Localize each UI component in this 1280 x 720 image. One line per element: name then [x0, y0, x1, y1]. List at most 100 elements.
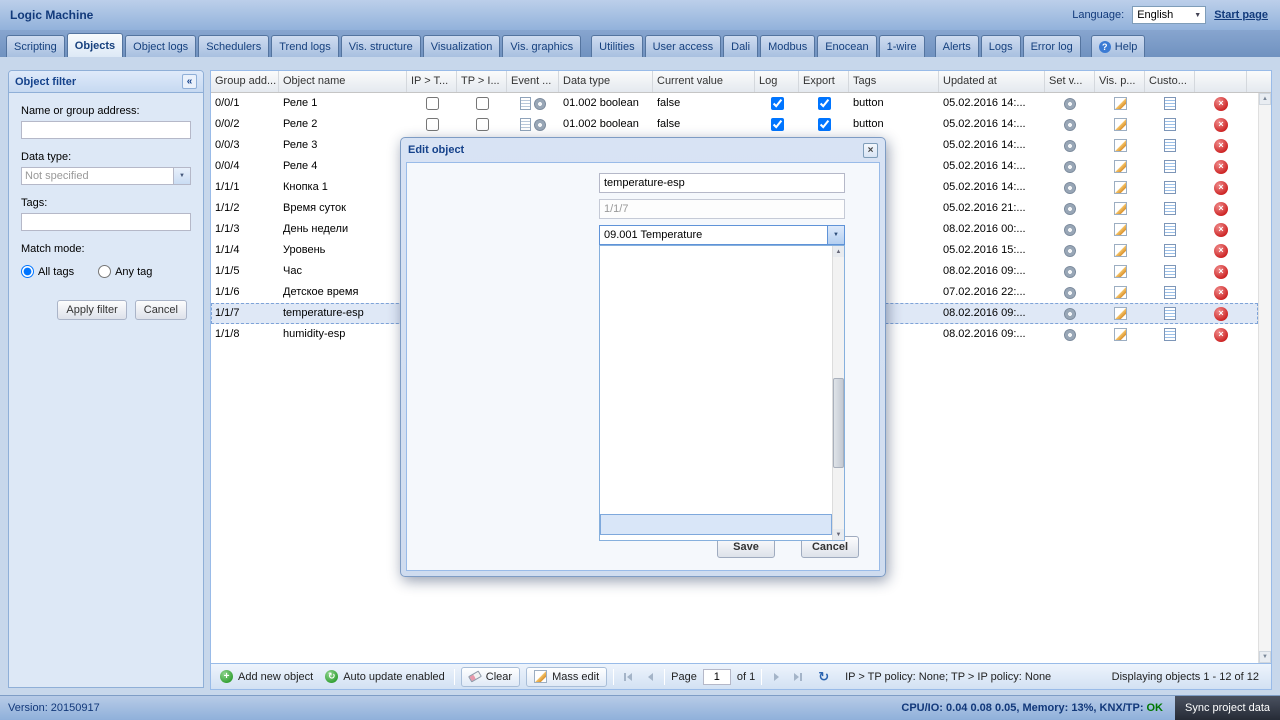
set-value-icon[interactable]	[1064, 223, 1076, 236]
collapse-panel-icon[interactable]: «	[182, 74, 197, 89]
vis-params-icon[interactable]	[1113, 118, 1127, 131]
delete-icon[interactable]: ×	[1214, 138, 1228, 153]
tp-ip-checkbox[interactable]	[475, 97, 489, 110]
column-header-set-value[interactable]: Set v...	[1045, 71, 1095, 92]
custom-values-icon[interactable]	[1164, 244, 1176, 257]
delete-icon[interactable]: ×	[1214, 96, 1228, 111]
start-page-link[interactable]: Start page	[1214, 9, 1268, 21]
column-header-group-address[interactable]: Group add...	[211, 71, 279, 92]
language-select[interactable]: English ▼	[1132, 6, 1207, 24]
delete-icon[interactable]: ×	[1214, 180, 1228, 195]
set-value-icon[interactable]	[1064, 286, 1076, 299]
column-header-custom[interactable]: Custo...	[1145, 71, 1195, 92]
tab[interactable]: Logs	[980, 35, 1021, 57]
dropdown-option[interactable]	[600, 325, 832, 346]
auto-update-button[interactable]: ↻ Auto update enabled	[322, 668, 448, 685]
delete-icon[interactable]: ×	[1214, 306, 1228, 321]
dropdown-scrollbar[interactable]: ▲ ▼	[832, 246, 844, 540]
vis-params-icon[interactable]	[1113, 328, 1127, 341]
set-value-icon[interactable]	[1064, 202, 1076, 215]
next-page-button[interactable]	[768, 669, 784, 685]
custom-values-icon[interactable]	[1164, 328, 1176, 341]
vis-params-icon[interactable]	[1113, 181, 1127, 194]
close-icon[interactable]: ×	[863, 142, 878, 158]
ip-tp-checkbox[interactable]	[425, 118, 439, 131]
event-gear-icon[interactable]	[534, 97, 546, 110]
table-row[interactable]: 0/0/2 Реле 2 01.002 boolean false button…	[211, 114, 1258, 135]
mass-edit-button[interactable]: Mass edit	[526, 666, 608, 687]
set-value-icon[interactable]	[1064, 160, 1076, 173]
data-type-select[interactable]: 09.001 Temperature ▼	[599, 225, 845, 245]
custom-values-icon[interactable]	[1164, 307, 1176, 320]
dropdown-option[interactable]	[600, 430, 832, 451]
set-value-icon[interactable]	[1064, 265, 1076, 278]
log-checkbox[interactable]	[770, 118, 784, 131]
tab[interactable]: Visualization	[422, 35, 501, 57]
dropdown-option[interactable]	[600, 283, 832, 304]
apply-filter-button[interactable]: Apply filter	[57, 300, 127, 320]
event-script-icon[interactable]	[520, 118, 531, 131]
set-value-icon[interactable]	[1064, 181, 1076, 194]
tab[interactable]: Error log	[1022, 35, 1081, 57]
vis-params-icon[interactable]	[1113, 160, 1127, 173]
export-checkbox[interactable]	[817, 97, 831, 110]
set-value-icon[interactable]	[1064, 244, 1076, 257]
custom-values-icon[interactable]	[1164, 181, 1176, 194]
scroll-up-icon[interactable]: ▲	[1259, 93, 1271, 105]
dropdown-option[interactable]	[600, 514, 832, 535]
export-checkbox[interactable]	[817, 118, 831, 131]
all-tags-radio[interactable]	[21, 265, 34, 278]
dropdown-option[interactable]	[600, 262, 832, 283]
dropdown-option[interactable]	[600, 246, 832, 262]
dropdown-option[interactable]	[600, 367, 832, 388]
scroll-up-icon[interactable]: ▲	[833, 246, 844, 257]
tab[interactable]: Alerts	[934, 35, 979, 57]
custom-values-icon[interactable]	[1164, 160, 1176, 173]
tab[interactable]: Vis. structure	[340, 35, 421, 57]
delete-icon[interactable]: ×	[1214, 159, 1228, 174]
tab[interactable]: Schedulers	[198, 35, 270, 57]
name-filter-input[interactable]	[21, 121, 191, 139]
any-tag-option[interactable]: Any tag	[98, 265, 152, 278]
column-header-object-name[interactable]: Object name	[279, 71, 407, 92]
tab[interactable]: 1-wire	[878, 35, 925, 57]
column-header-current-value[interactable]: Current value	[653, 71, 755, 92]
sync-project-data-button[interactable]: Sync project data	[1175, 696, 1280, 720]
scrollbar-thumb[interactable]	[833, 378, 844, 468]
delete-icon[interactable]: ×	[1214, 327, 1228, 342]
scroll-down-icon[interactable]: ▼	[1259, 651, 1271, 663]
filter-cancel-button[interactable]: Cancel	[134, 300, 187, 320]
set-value-icon[interactable]	[1064, 307, 1076, 320]
set-value-icon[interactable]	[1064, 139, 1076, 152]
column-header-log[interactable]: Log	[755, 71, 799, 92]
tab[interactable]: Modbus	[760, 35, 816, 57]
delete-icon[interactable]: ×	[1214, 285, 1228, 300]
custom-values-icon[interactable]	[1164, 223, 1176, 236]
dropdown-option[interactable]	[600, 409, 832, 430]
tab[interactable]: Trend logs	[271, 35, 339, 57]
column-header-export[interactable]: Export	[799, 71, 849, 92]
tab[interactable]: Objects	[66, 33, 124, 57]
page-number-input[interactable]	[702, 668, 731, 685]
column-header-data-type[interactable]: Data type	[559, 71, 653, 92]
add-new-object-button[interactable]: + Add new object	[217, 668, 316, 685]
vis-params-icon[interactable]	[1113, 307, 1127, 320]
vis-params-icon[interactable]	[1113, 286, 1127, 299]
prev-page-button[interactable]	[642, 669, 658, 685]
column-header-ip-tp[interactable]: IP > T...	[407, 71, 457, 92]
grid-vertical-scrollbar[interactable]: ▲ ▼	[1258, 93, 1271, 663]
custom-values-icon[interactable]	[1164, 202, 1176, 215]
ip-tp-checkbox[interactable]	[425, 97, 439, 110]
vis-params-icon[interactable]	[1113, 202, 1127, 215]
dropdown-option[interactable]	[600, 388, 832, 409]
vis-params-icon[interactable]	[1113, 244, 1127, 257]
column-header-vis-params[interactable]: Vis. p...	[1095, 71, 1145, 92]
object-name-input[interactable]	[599, 173, 845, 193]
delete-icon[interactable]: ×	[1214, 222, 1228, 237]
tab[interactable]: Utilities	[591, 35, 643, 57]
dropdown-option[interactable]	[600, 304, 832, 325]
column-header-updated-at[interactable]: Updated at	[939, 71, 1045, 92]
custom-values-icon[interactable]	[1164, 118, 1176, 131]
tab[interactable]: Object logs	[125, 35, 197, 57]
tab[interactable]: ? Help	[1090, 35, 1146, 57]
